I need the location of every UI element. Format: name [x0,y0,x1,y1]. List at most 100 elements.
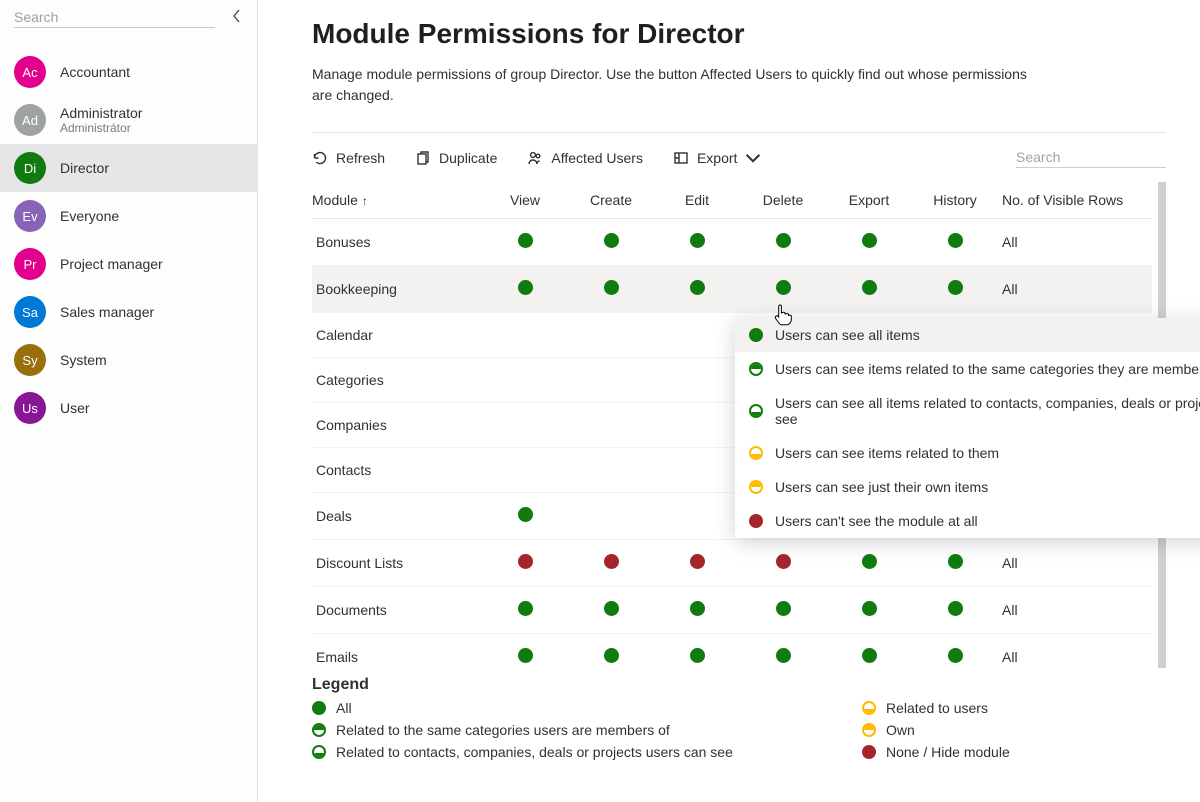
page-description: Manage module permissions of group Direc… [312,64,1032,106]
permission-cell[interactable] [912,634,998,669]
permission-cell[interactable] [568,219,654,266]
permission-dot-icon [776,554,791,569]
refresh-button[interactable]: Refresh [312,150,385,166]
legend-label: All [336,700,352,716]
permission-cell[interactable] [568,313,654,358]
toolbar-search-input[interactable] [1016,147,1166,168]
visible-rows-cell[interactable]: All [998,266,1152,313]
group-name: User [60,400,90,416]
affected-users-label: Affected Users [551,150,643,166]
permission-cell[interactable] [654,634,740,669]
column-header[interactable]: Export [826,182,912,219]
legend-label: Own [886,722,915,738]
permission-cell[interactable] [568,493,654,540]
sidebar-item-user[interactable]: UsUser [0,384,257,432]
permission-cell[interactable] [482,358,568,403]
dropdown-option[interactable]: Users can see just their own items [735,470,1200,504]
column-header[interactable]: Delete [740,182,826,219]
permission-cell[interactable] [740,587,826,634]
permission-cell[interactable] [482,587,568,634]
permission-cell[interactable] [826,634,912,669]
dropdown-option[interactable]: Users can't see the module at all [735,504,1200,538]
permission-cell[interactable] [740,266,826,313]
permission-cell[interactable] [740,634,826,669]
collapse-sidebar-icon[interactable] [227,4,247,31]
permission-cell[interactable] [912,219,998,266]
sidebar-item-sales-manager[interactable]: SaSales manager [0,288,257,336]
avatar: Ac [14,56,46,88]
permission-cell[interactable] [654,540,740,587]
column-header[interactable]: No. of Visible Rows [998,182,1152,219]
group-list: AcAccountantAdAdministratorAdministrátor… [0,34,257,432]
export-label: Export [697,150,737,166]
column-header[interactable]: Edit [654,182,740,219]
permission-cell[interactable] [654,493,740,540]
permission-cell[interactable] [654,358,740,403]
permission-cell[interactable] [654,448,740,493]
permission-cell[interactable] [740,540,826,587]
legend-label: Related to users [886,700,988,716]
permission-dot-icon [604,554,619,569]
permission-cell[interactable] [654,266,740,313]
permission-cell[interactable] [482,540,568,587]
dropdown-option[interactable]: Users can see items related to them [735,436,1200,470]
sort-asc-icon: ↑ [362,194,368,208]
permission-cell[interactable] [568,587,654,634]
permission-cell[interactable] [568,266,654,313]
permission-cell[interactable] [568,448,654,493]
dropdown-option[interactable]: Users can see items related to the same … [735,352,1200,386]
sidebar-search-input[interactable] [14,7,215,28]
permission-cell[interactable] [482,493,568,540]
permission-cell[interactable] [912,587,998,634]
sidebar-item-director[interactable]: DiDirector [0,144,257,192]
permission-cell[interactable] [568,358,654,403]
column-header[interactable]: View [482,182,568,219]
sidebar-item-everyone[interactable]: EvEveryone [0,192,257,240]
permission-dot-icon [518,601,533,616]
export-button[interactable]: Export [673,150,761,166]
permission-dot-icon [518,554,533,569]
permission-cell[interactable] [826,219,912,266]
sidebar-item-project-manager[interactable]: PrProject manager [0,240,257,288]
permission-cell[interactable] [482,634,568,669]
permission-dot-icon [518,280,533,295]
sidebar-item-accountant[interactable]: AcAccountant [0,48,257,96]
sidebar-item-system[interactable]: SySystem [0,336,257,384]
permission-cell[interactable] [482,313,568,358]
visible-rows-cell[interactable]: All [998,634,1152,669]
permission-cell[interactable] [568,540,654,587]
permission-cell[interactable] [654,219,740,266]
permission-cell[interactable] [482,266,568,313]
permission-cell[interactable] [654,313,740,358]
permission-cell[interactable] [654,403,740,448]
permission-dot-icon [862,648,877,663]
permission-cell[interactable] [826,540,912,587]
permission-cell[interactable] [568,403,654,448]
visible-rows-cell[interactable]: All [998,540,1152,587]
column-header[interactable]: Create [568,182,654,219]
affected-users-button[interactable]: Affected Users [527,150,643,166]
column-header[interactable]: History [912,182,998,219]
duplicate-button[interactable]: Duplicate [415,150,497,166]
permission-cell[interactable] [482,219,568,266]
permission-cell[interactable] [482,448,568,493]
permission-cell[interactable] [482,403,568,448]
permission-cell[interactable] [568,634,654,669]
permission-cell[interactable] [826,266,912,313]
module-name-cell: Emails [312,634,482,669]
permission-cell[interactable] [912,540,998,587]
module-name-cell: Bonuses [312,219,482,266]
visible-rows-cell[interactable]: All [998,587,1152,634]
dropdown-option[interactable]: Users can see all items related to conta… [735,386,1200,436]
permission-cell[interactable] [654,587,740,634]
dropdown-option[interactable]: Users can see all items [735,318,1200,352]
permission-dot-icon [948,280,963,295]
column-header[interactable]: Module↑ [312,182,482,219]
legend-dot-icon [862,745,876,759]
permission-cell[interactable] [826,587,912,634]
visible-rows-cell[interactable]: All [998,219,1152,266]
permission-cell[interactable] [740,219,826,266]
permission-cell[interactable] [912,266,998,313]
sidebar-item-administrator[interactable]: AdAdministratorAdministrátor [0,96,257,144]
permission-dot-icon [518,507,533,522]
